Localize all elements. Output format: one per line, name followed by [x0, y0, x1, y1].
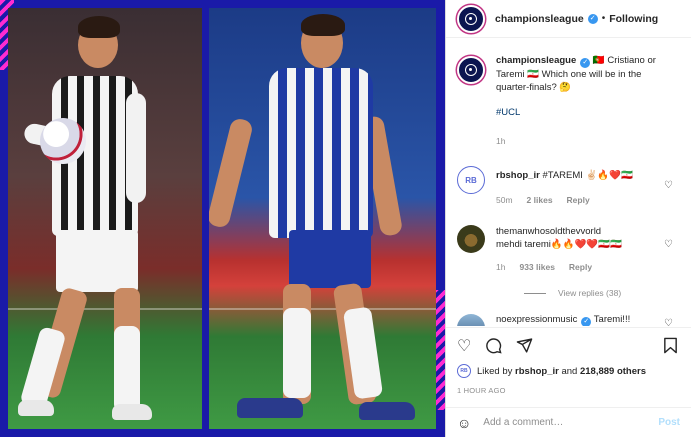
comment-like-heart-icon[interactable]: ♡	[664, 239, 673, 250]
add-comment-bar: ☺ Post	[446, 407, 691, 437]
player-photo-right	[209, 8, 436, 429]
comment-icon[interactable]	[485, 337, 502, 358]
header-username[interactable]: championsleague	[495, 13, 584, 25]
comment-likes[interactable]: 933 likes	[519, 261, 554, 274]
comment-like-heart-icon[interactable]: ♡	[664, 180, 673, 191]
reply-button[interactable]: Reply	[569, 261, 592, 274]
comment-like-heart-icon[interactable]: ♡	[664, 318, 673, 326]
comment-text: #TAREMI ✌🏻🔥❤️🇮🇷	[539, 170, 633, 181]
emoji-icon[interactable]: ☺	[457, 415, 471, 431]
bookmark-icon[interactable]	[663, 337, 678, 358]
post-media[interactable]	[0, 0, 445, 437]
comments-list[interactable]: championsleague ✓ 🇵🇹 Cristiano or Taremi …	[446, 54, 691, 326]
comment-avatar[interactable]: RB	[457, 166, 485, 194]
verified-badge-icon: ✓	[580, 58, 591, 68]
comment-username[interactable]: themanwhosoldthevvorld	[496, 225, 666, 238]
liked-by-user[interactable]: rbshop_ir	[515, 366, 559, 377]
ucl-logo-icon	[465, 12, 477, 25]
comment-username[interactable]: rbshop_ir	[496, 170, 540, 181]
comment-text: Taremi!!!	[591, 314, 631, 325]
caption-hashtag[interactable]: #UCL	[496, 107, 520, 118]
liked-by-prefix: Liked by	[477, 365, 513, 377]
post-caption: championsleague ✓ 🇵🇹 Cristiano or Taremi …	[457, 54, 691, 148]
comment-item: themanwhosoldthevvorld mehdi taremi🔥🔥❤️❤…	[457, 223, 691, 274]
post-header: championsleague ✓ • Following	[446, 0, 691, 38]
liker-avatar: RB	[457, 364, 471, 378]
caption-avatar[interactable]	[457, 56, 485, 84]
avatar-initials: RB	[465, 175, 477, 185]
separator-dot: •	[601, 13, 606, 24]
view-replies-label: View replies (38)	[558, 288, 622, 298]
caption-time[interactable]: 1h	[496, 135, 505, 148]
reply-button[interactable]: Reply	[567, 194, 590, 207]
comment-avatar[interactable]	[457, 225, 485, 253]
comment-time[interactable]: 1h	[496, 261, 505, 274]
liked-by-others[interactable]: 218,889 others	[580, 366, 646, 377]
post-sidebar: championsleague ✓ • Following championsl…	[445, 0, 691, 437]
post-button[interactable]: Post	[658, 417, 680, 428]
comment-likes[interactable]: 2 likes	[527, 194, 553, 207]
liked-by-and: and	[561, 365, 578, 377]
ucl-logo-icon	[465, 64, 477, 76]
caption-username[interactable]: championsleague	[496, 55, 576, 66]
liked-by[interactable]: RB Liked by rbshop_ir and 218,889 others	[457, 364, 680, 378]
post-actions: ♡ RB Liked by rbshop_ir and 218,889 othe…	[446, 327, 691, 395]
verified-badge-icon: ✓	[581, 317, 592, 326]
replies-line	[524, 292, 546, 294]
comment-item: RB rbshop_ir #TAREMI ✌🏻🔥❤️🇮🇷 50m 2 likes…	[457, 164, 691, 207]
comment-avatar[interactable]	[457, 314, 485, 326]
account-avatar[interactable]	[457, 4, 485, 33]
heart-icon[interactable]: ♡	[457, 339, 471, 355]
share-icon[interactable]	[516, 337, 533, 358]
pitch-line	[8, 308, 202, 310]
comment-username[interactable]: noexpressionmusic	[496, 314, 577, 325]
post-timestamp[interactable]: 1 HOUR AGO	[457, 386, 680, 395]
comment-time[interactable]: 50m	[496, 194, 513, 207]
comment-item: noexpressionmusic ✓ Taremi!!! ♡	[457, 312, 691, 326]
verified-badge-icon: ✓	[587, 13, 598, 24]
following-button[interactable]: Following	[609, 13, 658, 25]
comment-input[interactable]	[483, 417, 659, 428]
comment-text: mehdi taremi🔥🔥❤️❤️🇮🇷🇮🇷	[496, 239, 622, 250]
player-photo-left	[8, 8, 202, 429]
pitch-line	[209, 308, 436, 310]
action-icons-row: ♡	[457, 336, 680, 358]
view-replies-button[interactable]: View replies (38)	[524, 288, 691, 298]
